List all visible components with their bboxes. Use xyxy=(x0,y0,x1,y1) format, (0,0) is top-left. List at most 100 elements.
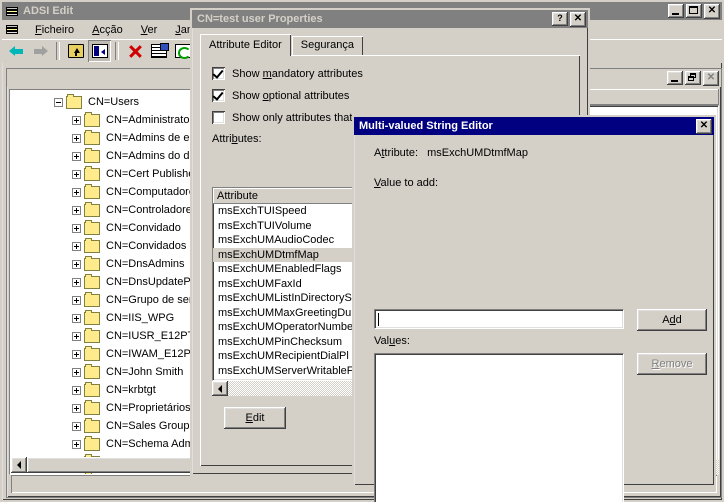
tree-item-label: CN=krbtgt xyxy=(106,384,156,396)
properties-dialog-title: CN=test user Properties xyxy=(197,13,323,25)
mv-attribute-label: Attribute: xyxy=(374,147,419,159)
tree-item-label: CN=Sales Group xyxy=(106,420,190,432)
tree-expander-plus-icon[interactable] xyxy=(72,133,81,143)
tree-expander-plus-icon[interactable] xyxy=(72,115,81,125)
tree-item-label: CN=Computadore xyxy=(106,186,195,198)
multi-valued-string-editor-dialog: Multi-valued String Editor ✕ Attribute: … xyxy=(352,115,716,502)
tree-item-label: CN=Convidados d xyxy=(106,240,196,252)
back-arrow-icon[interactable] xyxy=(5,40,28,62)
tab-attribute-editor[interactable]: Attribute Editor xyxy=(200,34,291,56)
folder-icon xyxy=(84,363,100,379)
properties-dialog-titlebar[interactable]: CN=test user Properties ? ✕ xyxy=(192,10,588,28)
folder-icon xyxy=(84,201,100,217)
values-listbox[interactable] xyxy=(374,353,624,502)
show-hide-tree-icon[interactable] xyxy=(88,40,111,62)
tree-item-label: CN=John Smith xyxy=(106,366,184,378)
text-caret xyxy=(378,312,379,326)
tree-expander-plus-icon[interactable] xyxy=(72,259,81,269)
tree-expander-plus-icon[interactable] xyxy=(72,205,81,215)
folder-icon xyxy=(84,417,100,433)
tree-expander-plus-icon[interactable] xyxy=(72,241,81,251)
tree-scroll-left-button[interactable] xyxy=(11,457,27,473)
attributes-column-header-label: Attribute xyxy=(217,190,258,202)
tree-item-label: CN=DnsUpdatePr xyxy=(106,276,195,288)
menu-accao[interactable]: Acção xyxy=(83,22,132,38)
folder-icon xyxy=(84,129,100,145)
folder-icon xyxy=(84,435,100,451)
folder-icon xyxy=(84,471,100,474)
folder-icon xyxy=(84,273,100,289)
main-minimize-button[interactable] xyxy=(668,3,684,18)
main-close-button[interactable]: ✕ xyxy=(704,3,720,19)
tree-item-label: CN=Schema Admi xyxy=(106,438,197,450)
tree-item-label: CN=IUSR_E12PT xyxy=(106,330,195,342)
tree-expander-plus-icon[interactable] xyxy=(72,439,81,449)
mv-value-to-add-label: Value to add: xyxy=(374,177,439,189)
tree-item-label: CN=Admins de en xyxy=(106,132,196,144)
menu-ver[interactable]: Ver xyxy=(132,22,167,38)
show-only-attributes-with-values-checkbox[interactable] xyxy=(212,111,225,124)
value-to-add-input[interactable] xyxy=(374,309,624,329)
tree-expander-plus-icon[interactable] xyxy=(72,385,81,395)
tree-expander-plus-icon[interactable] xyxy=(72,187,81,197)
folder-icon xyxy=(84,219,100,235)
menu-ficheiro[interactable]: Ficheiro xyxy=(26,22,83,38)
folder-icon xyxy=(84,345,100,361)
tree-expander-plus-icon[interactable] xyxy=(72,403,81,413)
folder-icon xyxy=(84,327,100,343)
mdi-minimize-button[interactable] xyxy=(667,70,683,85)
properties-close-button[interactable]: ✕ xyxy=(570,11,586,27)
folder-icon xyxy=(84,291,100,307)
mv-editor-title: Multi-valued String Editor xyxy=(359,120,493,132)
tree-expander-plus-icon[interactable] xyxy=(72,169,81,179)
folder-icon xyxy=(84,399,100,415)
tree-expander-plus-icon[interactable] xyxy=(72,349,81,359)
properties-help-button[interactable]: ? xyxy=(552,11,568,26)
tree-item-label: CN=IWAM_E12PT xyxy=(106,348,198,360)
toolbar-separator-2 xyxy=(115,42,119,60)
show-mandatory-attributes-checkbox[interactable] xyxy=(212,67,225,80)
show-optional-attributes-row[interactable]: Show optional attributes xyxy=(212,89,568,102)
show-mandatory-attributes-row[interactable]: Show mandatory attributes xyxy=(212,67,568,80)
tree-expander-plus-icon[interactable] xyxy=(72,151,81,161)
tab-attribute-editor-label: Attribute Editor xyxy=(209,39,282,51)
show-optional-attributes-checkbox[interactable] xyxy=(212,89,225,102)
folder-icon xyxy=(84,309,100,325)
up-one-level-icon[interactable] xyxy=(64,40,87,62)
properties-icon[interactable] xyxy=(147,40,170,62)
delete-icon[interactable] xyxy=(123,40,146,62)
tree-item-label: CN=Cert Publishe xyxy=(106,168,195,180)
show-optional-attributes-label: Show optional attributes xyxy=(232,89,350,102)
mdi-close-button: ✕ xyxy=(703,70,719,86)
main-maximize-button[interactable] xyxy=(686,3,702,18)
tree-item-label: CN=Admins do dc xyxy=(106,150,195,162)
mv-editor-close-button[interactable]: ✕ xyxy=(696,118,712,134)
folder-icon xyxy=(84,111,100,127)
tree-expander-plus-icon[interactable] xyxy=(72,313,81,323)
folder-icon xyxy=(66,93,82,109)
mv-values-label: Values: xyxy=(374,335,410,347)
tree-item-label: CN=Users xyxy=(88,96,140,108)
tree-expander-plus-icon[interactable] xyxy=(72,223,81,233)
show-only-attributes-with-values-label: Show only attributes that xyxy=(232,111,353,124)
tree-expander-collapse-icon[interactable] xyxy=(54,97,63,107)
mv-editor-titlebar[interactable]: Multi-valued String Editor ✕ xyxy=(354,117,714,135)
tree-expander-plus-icon[interactable] xyxy=(72,277,81,287)
tab-seguranca[interactable]: Segurança xyxy=(291,36,363,56)
edit-button[interactable]: Edit xyxy=(224,407,286,429)
tree-expander-plus-icon[interactable] xyxy=(72,295,81,305)
folder-icon xyxy=(84,381,100,397)
mdi-restore-button[interactable] xyxy=(685,70,701,85)
folder-icon xyxy=(84,237,100,253)
add-button[interactable]: Add xyxy=(637,309,707,331)
tree-scroll-thumb[interactable] xyxy=(27,457,207,473)
tree-item-label: CN=Proprietários xyxy=(106,402,191,414)
tree-item-label: CN=Convidado xyxy=(106,222,181,234)
tree-expander-plus-icon[interactable] xyxy=(72,367,81,377)
tree-expander-plus-icon[interactable] xyxy=(72,421,81,431)
tree-expander-plus-icon[interactable] xyxy=(72,331,81,341)
show-mandatory-attributes-label: Show mandatory attributes xyxy=(232,67,363,80)
folder-icon xyxy=(84,255,100,271)
attributes-scroll-left-button[interactable] xyxy=(212,381,228,396)
mv-attribute-name: msExchUMDtmfMap xyxy=(427,147,528,159)
